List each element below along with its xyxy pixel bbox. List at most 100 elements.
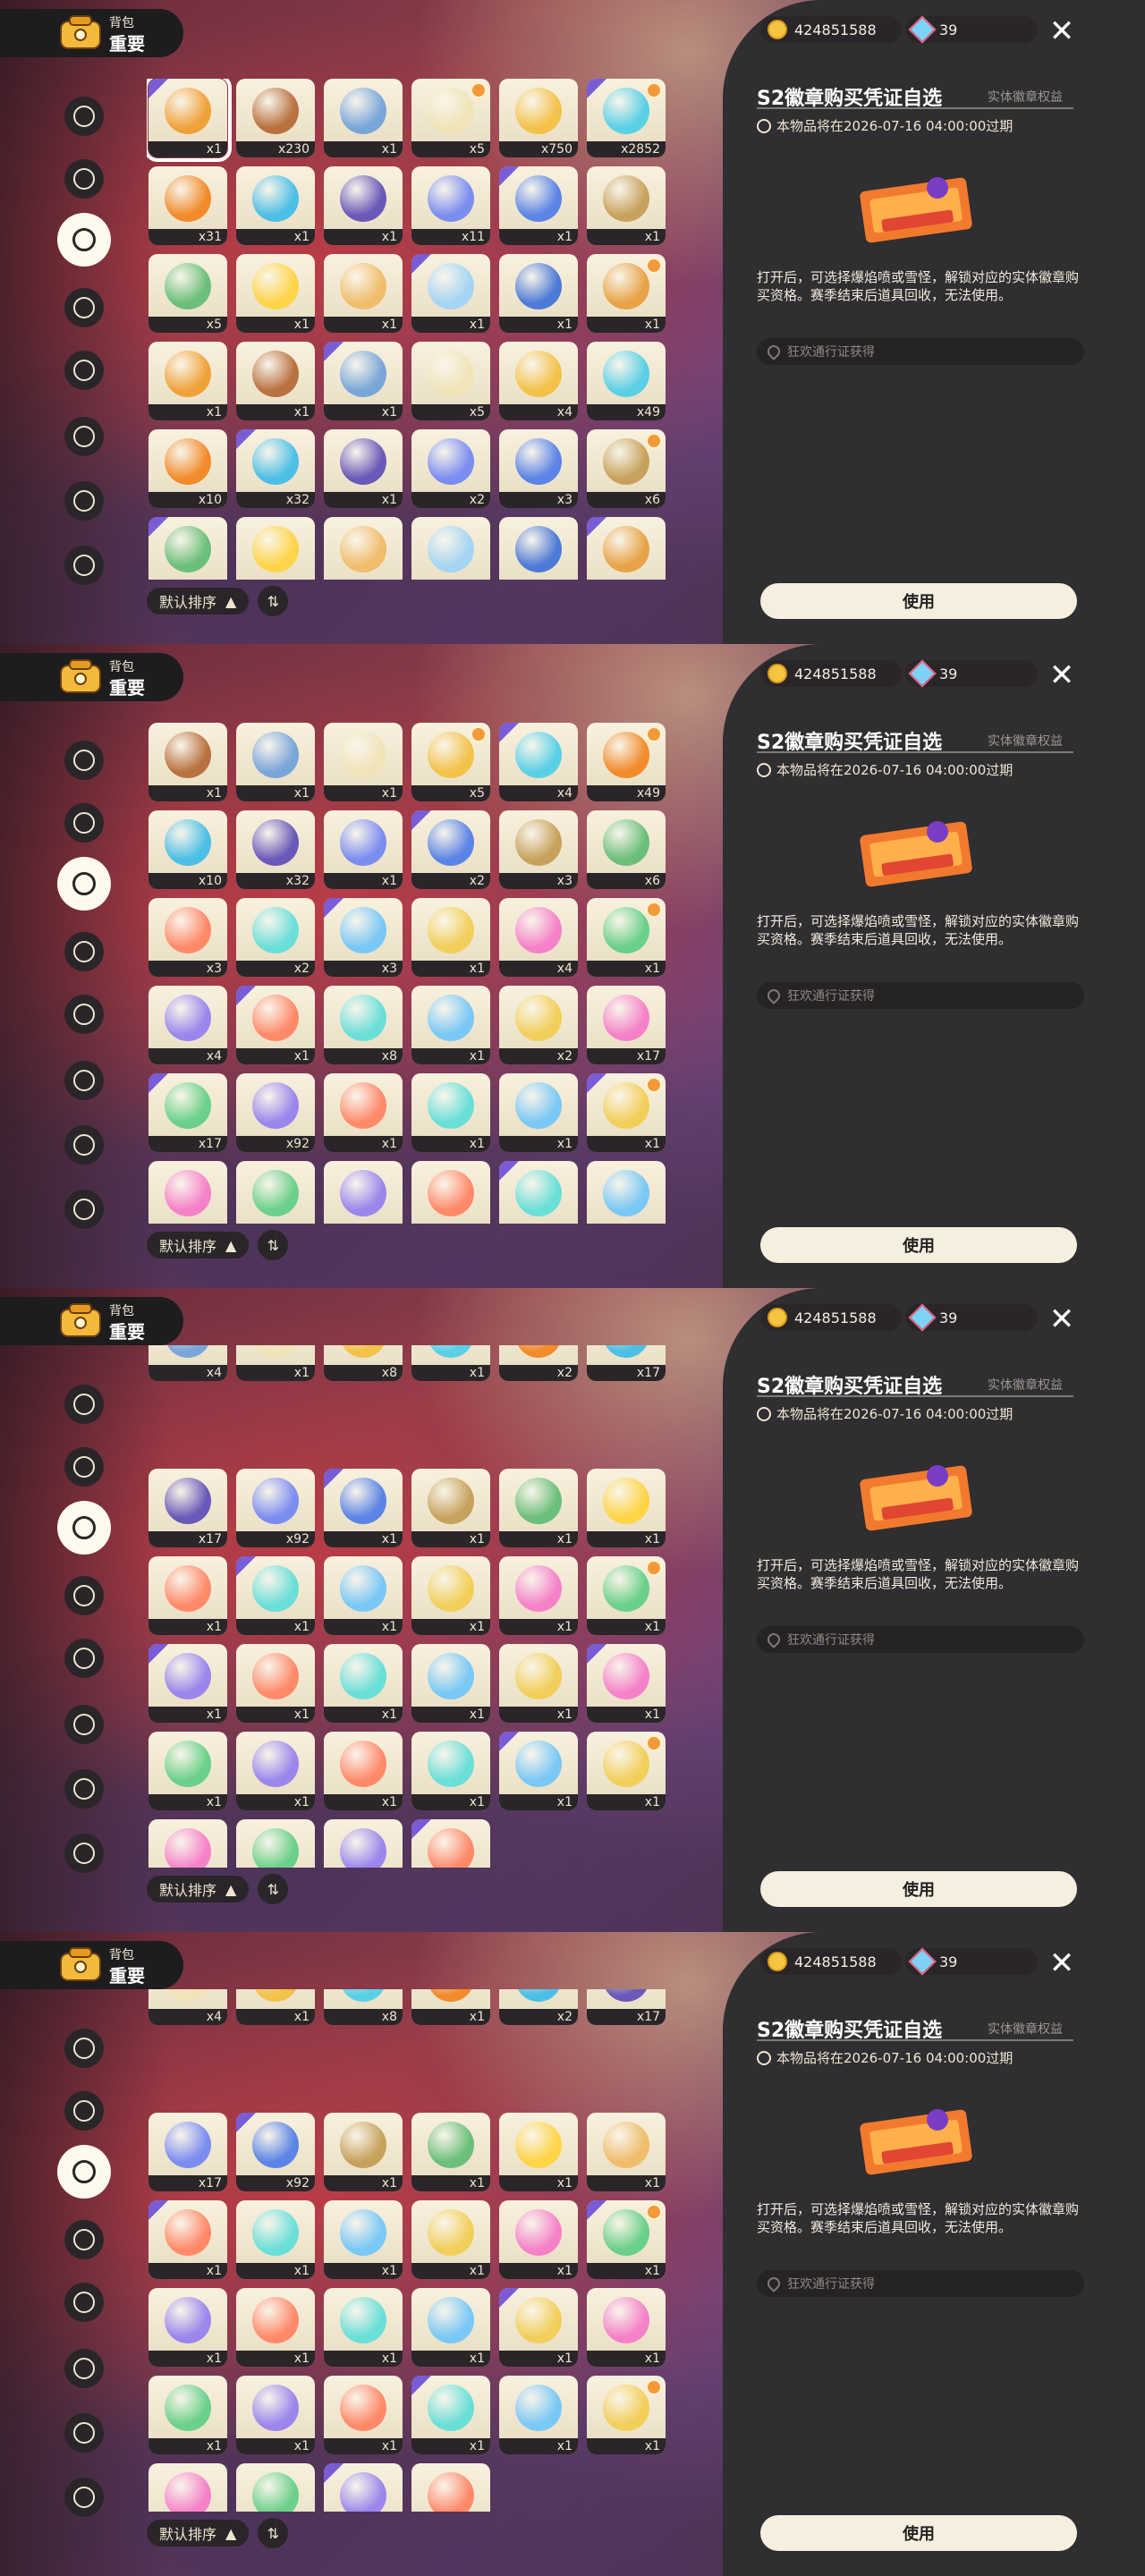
inventory-item[interactable]: x1 (148, 1819, 227, 1868)
inventory-item[interactable]: x750 (499, 79, 578, 157)
inventory-item[interactable]: x1 (411, 1732, 490, 1810)
category-tab[interactable] (64, 1639, 104, 1678)
inventory-item[interactable]: x1 (411, 2288, 490, 2367)
inventory-item[interactable]: x1 (236, 986, 315, 1064)
inventory-item[interactable]: x1 (148, 2463, 227, 2512)
inventory-item[interactable]: x4 (148, 986, 227, 1064)
inventory-item[interactable]: x1 (324, 1073, 403, 1152)
use-button[interactable]: 使用 (760, 1871, 1077, 1907)
inventory-item[interactable]: x1 (324, 429, 403, 508)
inventory-item[interactable]: x17 (148, 1073, 227, 1152)
category-tab[interactable] (64, 2220, 104, 2259)
category-tab[interactable] (64, 741, 104, 780)
inventory-item[interactable]: x1 (587, 2376, 666, 2454)
sort-order-button[interactable]: ⇅ (258, 586, 289, 616)
inventory-item[interactable]: x3 (499, 810, 578, 889)
inventory-item[interactable]: x17 (587, 986, 666, 1064)
category-tab[interactable] (64, 351, 104, 390)
inventory-item[interactable]: x1 (148, 342, 227, 420)
inventory-item[interactable]: x1 (499, 2288, 578, 2367)
inventory-item[interactable] (411, 1161, 490, 1224)
inventory-item[interactable]: x1 (499, 1073, 578, 1152)
inventory-item[interactable]: x1 (587, 1469, 666, 1547)
inventory-item[interactable]: x1 (236, 254, 315, 333)
inventory-item[interactable]: x1 (499, 1732, 578, 1810)
inventory-item[interactable]: x1 (324, 2200, 403, 2279)
inventory-item[interactable]: x17 (148, 1469, 227, 1547)
inventory-item[interactable]: x8 (324, 1345, 403, 1381)
category-tab[interactable] (64, 288, 104, 327)
category-tab[interactable] (64, 1385, 104, 1424)
inventory-item[interactable]: x4 (499, 342, 578, 420)
inventory-item[interactable]: x1 (324, 1644, 403, 1723)
inventory-item[interactable]: x1 (411, 2463, 490, 2512)
inventory-item[interactable]: x1 (411, 1556, 490, 1635)
close-button[interactable]: ✕ (1047, 16, 1077, 47)
use-button[interactable]: 使用 (760, 1227, 1077, 1263)
sort-dropdown[interactable]: 默认排序 ▲ (147, 2520, 250, 2546)
inventory-item[interactable] (236, 517, 315, 580)
inventory-item[interactable]: x32 (236, 810, 315, 889)
inventory-item[interactable]: x1 (324, 723, 403, 801)
inventory-item[interactable]: x1 (499, 1556, 578, 1635)
inventory-item[interactable]: x3 (324, 898, 403, 977)
inventory-item[interactable]: x1 (411, 254, 490, 333)
category-tab[interactable] (64, 2029, 104, 2068)
sort-dropdown[interactable]: 默认排序 ▲ (147, 1232, 250, 1258)
inventory-item[interactable]: x230 (236, 79, 315, 157)
inventory-item[interactable]: x1 (324, 810, 403, 889)
inventory-item[interactable]: x8 (324, 1989, 403, 2025)
inventory-item[interactable]: x1 (148, 1732, 227, 1810)
inventory-item[interactable]: x1 (324, 2288, 403, 2367)
inventory-item[interactable]: x1 (587, 2113, 666, 2191)
category-tab[interactable] (64, 417, 104, 456)
inventory-item[interactable]: x1 (587, 166, 666, 245)
inventory-item[interactable]: x49 (587, 342, 666, 420)
category-tab[interactable] (64, 1576, 104, 1615)
inventory-item[interactable]: x1 (411, 1073, 490, 1152)
inventory-item[interactable]: x5 (411, 342, 490, 420)
inventory-item[interactable]: x1 (236, 2200, 315, 2279)
inventory-item[interactable]: x5 (411, 723, 490, 801)
inventory-item[interactable]: x10 (148, 810, 227, 889)
sort-order-button[interactable]: ⇅ (258, 2518, 289, 2548)
category-tab[interactable] (64, 1769, 104, 1809)
inventory-item[interactable]: x1 (236, 2463, 315, 2512)
inventory-item[interactable]: x2 (499, 986, 578, 1064)
inventory-item[interactable] (499, 1161, 578, 1224)
inventory-item[interactable]: x1 (587, 1644, 666, 1723)
inventory-item[interactable]: x1 (148, 2200, 227, 2279)
inventory-item[interactable]: x1 (411, 1469, 490, 1547)
inventory-item[interactable]: x1 (324, 1732, 403, 1810)
inventory-item[interactable]: x1 (411, 2113, 490, 2191)
category-tab[interactable] (57, 1501, 111, 1555)
category-tab[interactable] (64, 2349, 104, 2388)
inventory-item[interactable]: x1 (236, 2376, 315, 2454)
sort-order-button[interactable]: ⇅ (258, 1230, 289, 1260)
inventory-item[interactable]: x1 (587, 2200, 666, 2279)
inventory-item[interactable] (324, 1161, 403, 1224)
inventory-item[interactable]: x1 (499, 2113, 578, 2191)
inventory-item[interactable]: x4 (148, 1989, 227, 2025)
use-button[interactable]: 使用 (760, 2515, 1077, 2551)
category-tab[interactable] (64, 1705, 104, 1744)
inventory-item[interactable]: x1 (324, 166, 403, 245)
inventory-item[interactable]: x2 (499, 1345, 578, 1381)
inventory-item[interactable]: x17 (148, 2113, 227, 2191)
inventory-item[interactable]: x1 (324, 1469, 403, 1547)
inventory-item[interactable]: x3 (499, 429, 578, 508)
category-tab[interactable] (64, 1061, 104, 1100)
inventory-item[interactable]: x2 (236, 898, 315, 977)
category-tab[interactable] (64, 2413, 104, 2453)
inventory-item[interactable]: x1 (411, 1989, 490, 2025)
inventory-item[interactable]: x1 (499, 2376, 578, 2454)
inventory-item[interactable] (587, 517, 666, 580)
inventory-item[interactable]: x1 (236, 1819, 315, 1868)
inventory-item[interactable] (499, 517, 578, 580)
inventory-item[interactable]: x10 (148, 429, 227, 508)
inventory-item[interactable]: x1 (587, 898, 666, 977)
category-tab[interactable] (64, 1447, 104, 1487)
inventory-item[interactable]: x1 (148, 723, 227, 801)
category-tab[interactable] (57, 213, 111, 267)
inventory-item[interactable]: x31 (148, 166, 227, 245)
